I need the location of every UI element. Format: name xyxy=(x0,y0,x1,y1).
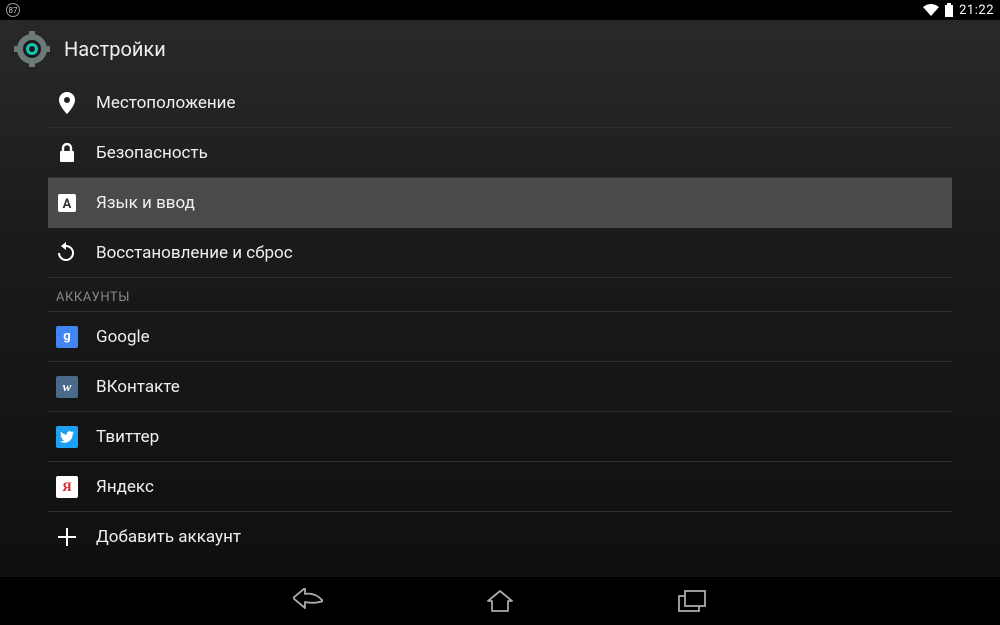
battery-icon xyxy=(945,3,953,17)
settings-item-label: Язык и ввод xyxy=(96,193,195,213)
vk-icon: w xyxy=(56,376,78,398)
status-indicator-badge: 87 xyxy=(6,3,20,17)
settings-item-label: Восстановление и сброс xyxy=(96,243,293,263)
google-icon: g xyxy=(56,326,78,348)
settings-item-location[interactable]: Местоположение xyxy=(48,78,952,128)
restore-icon xyxy=(56,242,78,264)
settings-item-security[interactable]: Безопасность xyxy=(48,128,952,178)
account-item-label: Яндекс xyxy=(96,477,154,497)
section-header-accounts: АККАУНТЫ xyxy=(48,278,952,312)
yandex-icon: Я xyxy=(56,476,78,498)
settings-item-label: Местоположение xyxy=(96,93,236,113)
settings-icon xyxy=(14,31,50,67)
navigation-bar xyxy=(0,577,1000,625)
settings-list: Местоположение Безопасность A Язык и вво… xyxy=(0,78,1000,562)
account-item-vk[interactable]: w ВКонтакте xyxy=(48,362,952,412)
action-bar: Настройки xyxy=(0,20,1000,78)
nav-back-button[interactable] xyxy=(292,585,324,617)
account-item-label: ВКонтакте xyxy=(96,377,180,397)
nav-home-button[interactable] xyxy=(484,585,516,617)
plus-icon xyxy=(56,526,78,548)
account-item-twitter[interactable]: Твиттер xyxy=(48,412,952,462)
account-item-yandex[interactable]: Я Яндекс xyxy=(48,462,952,512)
lock-icon xyxy=(56,142,78,164)
svg-text:A: A xyxy=(63,197,72,212)
twitter-icon xyxy=(56,426,78,448)
location-icon xyxy=(56,92,78,114)
account-item-label: Google xyxy=(96,327,150,347)
settings-item-backup-reset[interactable]: Восстановление и сброс xyxy=(48,228,952,278)
settings-item-label: Безопасность xyxy=(96,143,208,163)
page-title: Настройки xyxy=(64,37,166,61)
settings-item-label: Добавить аккаунт xyxy=(96,527,241,547)
status-bar: 87 21:22 xyxy=(0,0,1000,20)
language-input-icon: A xyxy=(56,192,78,214)
settings-item-language-input[interactable]: A Язык и ввод xyxy=(48,178,952,228)
settings-item-add-account[interactable]: Добавить аккаунт xyxy=(48,512,952,562)
account-item-google[interactable]: g Google xyxy=(48,312,952,362)
nav-recents-button[interactable] xyxy=(676,585,708,617)
status-clock: 21:22 xyxy=(959,3,994,18)
account-item-label: Твиттер xyxy=(96,427,159,447)
wifi-icon xyxy=(923,4,939,16)
